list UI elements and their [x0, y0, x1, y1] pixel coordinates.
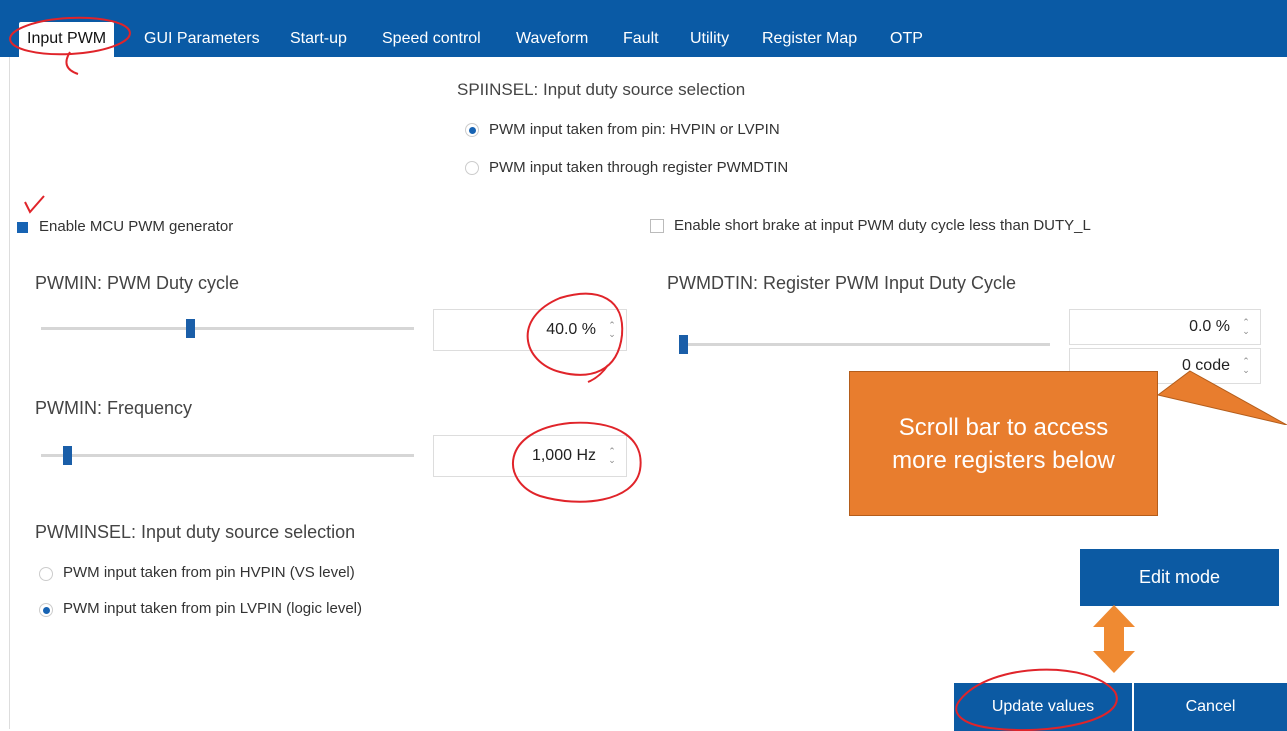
- pwmin-duty-value: 40.0 %: [546, 321, 596, 338]
- tab-fault[interactable]: Fault: [623, 22, 659, 55]
- pwminsel-option-lvpin-label: PWM input taken from pin LVPIN (logic le…: [63, 600, 362, 617]
- pwmin-freq-title: PWMIN: Frequency: [35, 398, 193, 418]
- spinner-arrows-icon[interactable]: ⌃ ⌄: [607, 447, 617, 465]
- tab-input-pwm[interactable]: Input PWM: [19, 22, 115, 57]
- spinner-arrows-icon[interactable]: ⌃ ⌄: [607, 321, 617, 339]
- enable-brake-checkbox[interactable]: [650, 219, 664, 233]
- update-values-button[interactable]: Update values: [954, 683, 1132, 731]
- pwmdtin-percent-spinbox[interactable]: 0.0 % ⌃ ⌄: [1069, 309, 1261, 345]
- spiinsel-radio-register[interactable]: [465, 161, 479, 175]
- pwmdtin-slider-thumb[interactable]: [679, 335, 688, 354]
- pwmdtin-slider-track[interactable]: [680, 343, 1050, 346]
- pwmin-freq-slider-track[interactable]: [41, 454, 414, 457]
- pwmdtin-title: PWMDTIN: Register PWM Input Duty Cycle: [667, 273, 1017, 293]
- double-arrow-icon: [1093, 605, 1135, 673]
- pwminsel-title: PWMINSEL: Input duty source selection: [35, 522, 356, 542]
- tab-register-map[interactable]: Register Map: [762, 22, 857, 55]
- pwmin-freq-value: 1,000 Hz: [531, 447, 596, 464]
- tab-utility[interactable]: Utility: [690, 22, 729, 55]
- edit-mode-button[interactable]: Edit mode: [1080, 549, 1279, 606]
- pwminsel-radio-hvpin[interactable]: [39, 567, 53, 581]
- tab-bar: Input PWM GUI Parameters Start-up Speed …: [0, 0, 1287, 57]
- callout-text: Scroll bar to access more registers belo…: [892, 413, 1115, 474]
- spiinsel-title: SPIINSEL: Input duty source selection: [457, 80, 746, 99]
- pwmin-freq-slider-thumb[interactable]: [63, 446, 72, 465]
- callout-box: Scroll bar to access more registers belo…: [849, 371, 1158, 516]
- spinner-arrows-icon[interactable]: ⌃ ⌄: [1241, 318, 1251, 336]
- pwmin-freq-spinbox[interactable]: 1,000 Hz ⌃ ⌄: [433, 435, 627, 477]
- pwmin-duty-slider-thumb[interactable]: [186, 319, 195, 338]
- tab-waveform[interactable]: Waveform: [516, 22, 588, 55]
- pwmdtin-percent-value: 0.0 %: [1189, 318, 1230, 335]
- pwminsel-option-hvpin-label: PWM input taken from pin HVPIN (VS level…: [63, 564, 355, 581]
- spiinsel-radio-pin[interactable]: [465, 123, 479, 137]
- pwmin-duty-slider-track[interactable]: [41, 327, 414, 330]
- enable-brake-label: Enable short brake at input PWM duty cyc…: [674, 217, 1091, 234]
- pwmin-duty-title: PWMIN: PWM Duty cycle: [35, 273, 240, 293]
- enable-mcu-checkbox[interactable]: [17, 222, 28, 233]
- pwminsel-radio-lvpin[interactable]: [39, 603, 53, 617]
- tab-speed-control[interactable]: Speed control: [382, 22, 481, 55]
- tab-start-up[interactable]: Start-up: [290, 22, 347, 55]
- tab-gui-parameters[interactable]: GUI Parameters: [144, 22, 260, 55]
- spiinsel-option-register-label: PWM input taken through register PWMDTIN: [489, 159, 789, 176]
- enable-mcu-label: Enable MCU PWM generator: [39, 218, 234, 235]
- pwmin-duty-spinbox[interactable]: 40.0 % ⌃ ⌄: [433, 309, 627, 351]
- spiinsel-option-pin-label: PWM input taken from pin: HVPIN or LVPIN: [489, 121, 780, 138]
- cancel-button[interactable]: Cancel: [1134, 683, 1287, 731]
- tab-otp[interactable]: OTP: [890, 22, 923, 55]
